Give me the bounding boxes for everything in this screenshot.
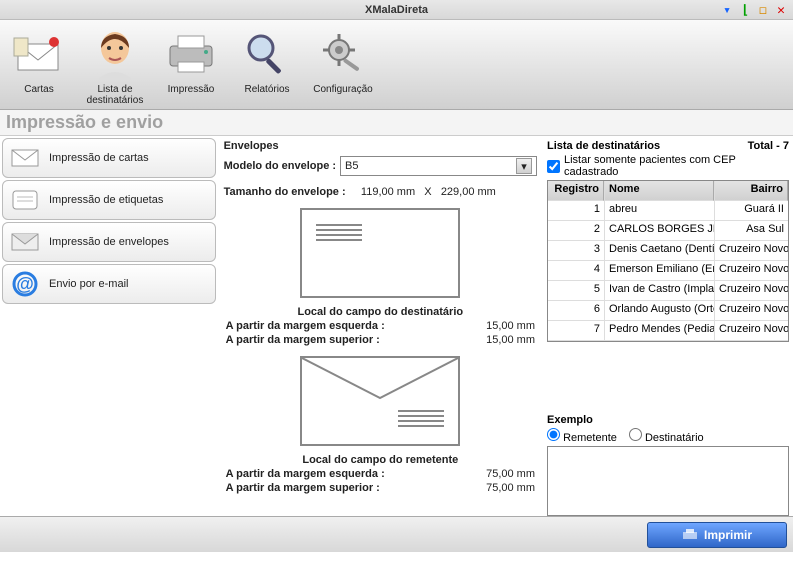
- toolbar-label: Cartas: [4, 84, 74, 95]
- svg-text:@: @: [16, 274, 34, 294]
- gear-icon: [308, 26, 378, 82]
- send-top-value[interactable]: 75,00 mm: [465, 482, 535, 494]
- toolbar-cartas[interactable]: Cartas: [2, 24, 76, 97]
- table-row[interactable]: 6Orlando Augusto (OrtodoCruzeiro Novo: [548, 301, 788, 321]
- filter-checkbox-row[interactable]: Listar somente pacientes com CEP cadastr…: [547, 154, 789, 178]
- toolbar-label: Impressão: [156, 84, 226, 95]
- dest-left-label: A partir da margem esquerda :: [226, 320, 385, 332]
- model-select[interactable]: B5 ▾: [340, 156, 537, 176]
- bottom-bar: Imprimir: [0, 516, 793, 552]
- recipients-total: Total - 7: [748, 140, 789, 152]
- table-row[interactable]: 7Pedro Mendes (PediatriaCruzeiro Novo: [548, 321, 788, 341]
- send-top-label: A partir da margem superior :: [226, 482, 380, 494]
- toolbar-label: Lista de destinatários: [80, 84, 150, 106]
- filter-checkbox[interactable]: [547, 160, 560, 173]
- side-tabs: Impressão de cartas Impressão de etiquet…: [0, 136, 218, 516]
- tab-label: Envio por e-mail: [49, 278, 128, 290]
- chevron-down-icon[interactable]: ▾: [516, 158, 532, 174]
- col-registro[interactable]: Registro: [548, 181, 604, 201]
- envelope-small-icon: [9, 228, 41, 256]
- table-row[interactable]: 2CARLOS BORGES JR.Asa Sul: [548, 221, 788, 241]
- at-icon: @: [9, 270, 41, 298]
- tab-impressao-envelopes[interactable]: Impressão de envelopes: [2, 222, 216, 262]
- send-left-value[interactable]: 75,00 mm: [465, 468, 535, 480]
- maximize-icon[interactable]: ◻: [755, 2, 771, 18]
- close-icon[interactable]: ✕: [773, 2, 789, 18]
- model-label: Modelo do envelope :: [224, 160, 336, 172]
- titlebar: XMalaDireta ▾ ⌊ ◻ ✕: [0, 0, 793, 20]
- toolbar-impressao[interactable]: Impressão: [154, 24, 228, 97]
- letter-icon: [4, 26, 74, 82]
- printer-small-icon: [682, 528, 698, 542]
- tab-label: Impressão de envelopes: [49, 236, 169, 248]
- print-button-label: Imprimir: [704, 528, 752, 542]
- envelope-dest-preview: [300, 208, 460, 298]
- dest-left-value[interactable]: 15,00 mm: [465, 320, 535, 332]
- size-width: 119,00 mm: [361, 186, 415, 198]
- radio-destinatario[interactable]: Destinatário: [629, 428, 704, 444]
- model-value: B5: [345, 160, 358, 172]
- send-left-label: A partir da margem esquerda :: [226, 468, 385, 480]
- restore-icon[interactable]: ⌊: [737, 2, 753, 18]
- filter-label: Listar somente pacientes com CEP cadastr…: [564, 154, 789, 178]
- tab-impressao-cartas[interactable]: Impressão de cartas: [2, 138, 216, 178]
- table-row[interactable]: 3Denis Caetano (DentísticCruzeiro Novo: [548, 241, 788, 261]
- main-toolbar: Cartas Lista de destinatários Impressão …: [0, 20, 793, 110]
- toolbar-label: Configuração: [308, 84, 378, 95]
- size-height: 229,00 mm: [441, 186, 496, 198]
- face-icon: [80, 26, 150, 82]
- dest-top-label: A partir da margem superior :: [226, 334, 380, 346]
- tab-label: Impressão de cartas: [49, 152, 149, 164]
- table-row[interactable]: 1abreuGuará II: [548, 201, 788, 221]
- toolbar-configuracao[interactable]: Configuração: [306, 24, 380, 97]
- send-section-title: Local do campo do remetente: [224, 454, 537, 466]
- envelope-send-preview: [300, 356, 460, 446]
- print-button[interactable]: Imprimir: [647, 522, 787, 548]
- tab-impressao-etiquetas[interactable]: Impressão de etiquetas: [2, 180, 216, 220]
- dest-top-value[interactable]: 15,00 mm: [465, 334, 535, 346]
- example-preview: [547, 446, 789, 516]
- recipients-grid[interactable]: Registro Nome Bairro 1abreuGuará II 2CAR…: [547, 180, 789, 342]
- page-title: Impressão e envio: [0, 110, 793, 136]
- magnifier-icon: [232, 26, 302, 82]
- minimize-icon[interactable]: ▾: [719, 2, 735, 18]
- tab-envio-email[interactable]: @ Envio por e-mail: [2, 264, 216, 304]
- dest-section-title: Local do campo do destinatário: [224, 306, 537, 318]
- toolbar-relatorios[interactable]: Relatórios: [230, 24, 304, 97]
- example-title: Exemplo: [547, 414, 789, 426]
- col-nome[interactable]: Nome: [604, 181, 714, 201]
- toolbar-label: Relatórios: [232, 84, 302, 95]
- window-title: XMalaDireta: [365, 4, 428, 16]
- envelopes-panel: Envelopes Modelo do envelope : B5 ▾ Tama…: [218, 136, 543, 516]
- envelopes-title: Envelopes: [224, 140, 537, 152]
- toolbar-lista[interactable]: Lista de destinatários: [78, 24, 152, 108]
- window-controls: ▾ ⌊ ◻ ✕: [719, 2, 789, 18]
- size-label: Tamanho do envelope :: [224, 186, 346, 198]
- recipients-panel: Lista de destinatários Total - 7 Listar …: [543, 136, 793, 516]
- letter-small-icon: [9, 144, 41, 172]
- size-sep: X: [424, 186, 431, 198]
- label-icon: [9, 186, 41, 214]
- printer-icon: [156, 26, 226, 82]
- radio-remetente[interactable]: Remetente: [547, 428, 617, 444]
- col-bairro[interactable]: Bairro: [714, 181, 788, 201]
- grid-header: Registro Nome Bairro: [548, 181, 788, 201]
- table-row[interactable]: 5Ivan de Castro (ImplantocCruzeiro Novo: [548, 281, 788, 301]
- tab-label: Impressão de etiquetas: [49, 194, 163, 206]
- table-row[interactable]: 4Emerson Emiliano (EndocCruzeiro Novo: [548, 261, 788, 281]
- content-area: Impressão de cartas Impressão de etiquet…: [0, 136, 793, 516]
- recipients-title: Lista de destinatários: [547, 140, 660, 152]
